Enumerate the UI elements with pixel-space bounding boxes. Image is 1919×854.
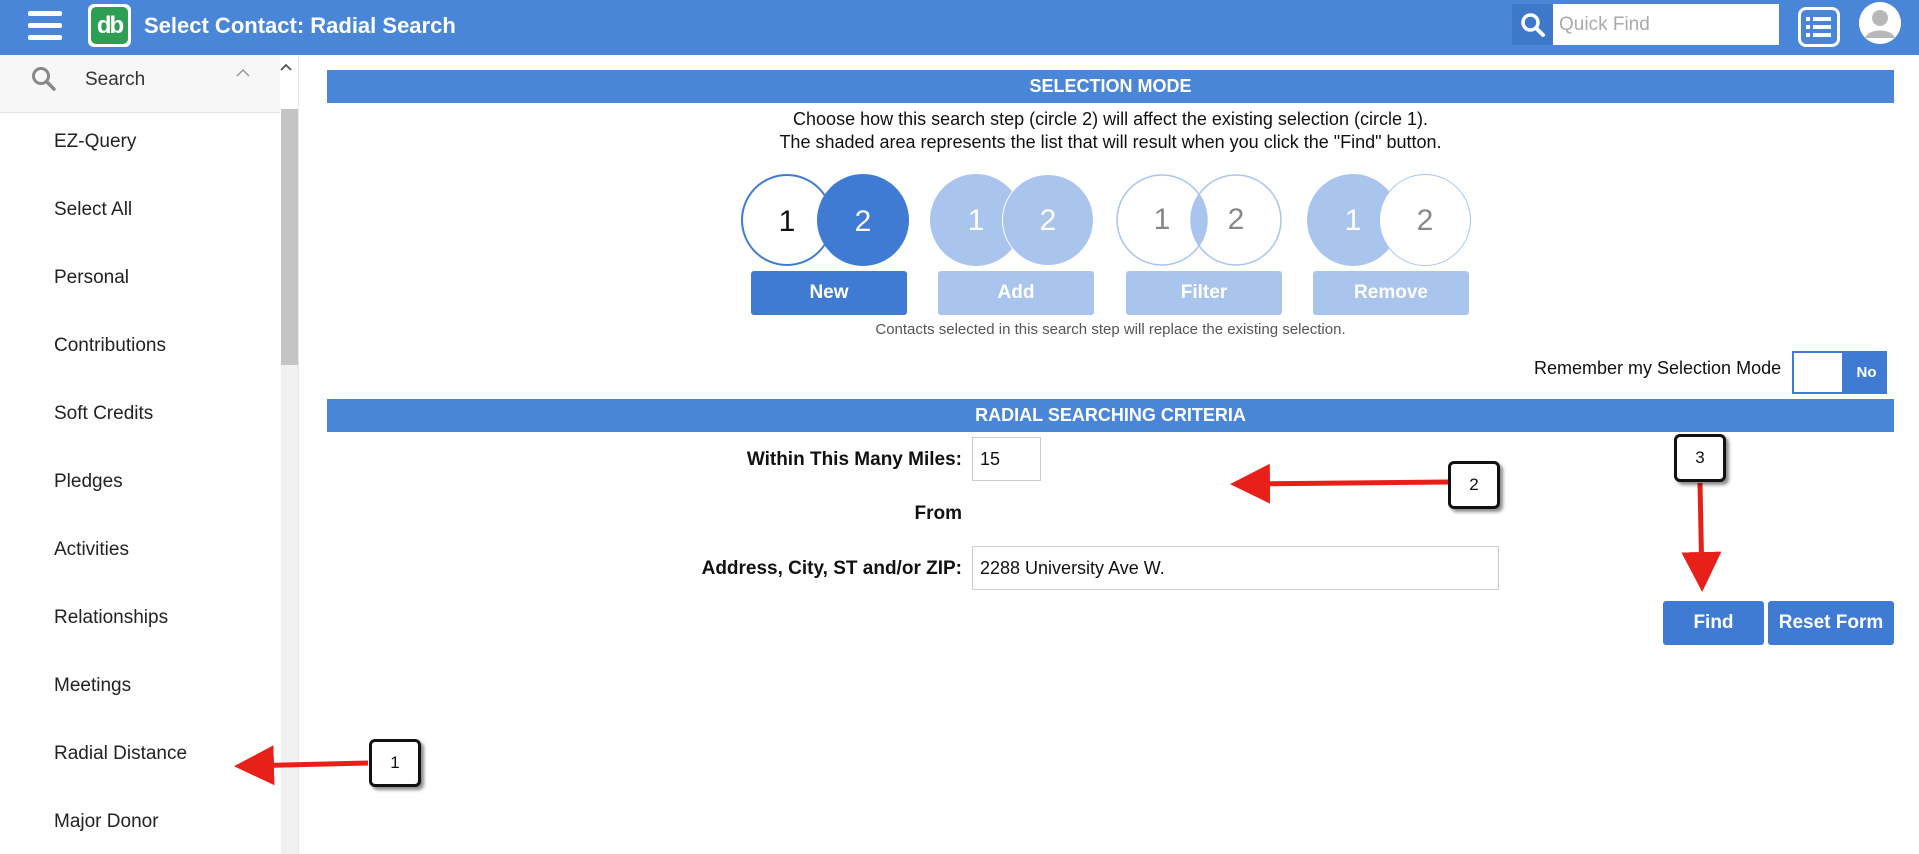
mode-add-button[interactable]: Add <box>938 271 1094 315</box>
address-input[interactable] <box>972 546 1499 590</box>
venn-circle-2: 2 <box>1002 174 1094 266</box>
annotation-callout-1: 1 <box>369 739 421 787</box>
sidebar: Search EZ-Query Select All Personal Cont… <box>0 55 298 854</box>
venn-circle-2: 2 <box>817 174 909 266</box>
remember-mode-label: Remember my Selection Mode <box>1534 358 1782 378</box>
annotation-callout-3: 3 <box>1674 434 1726 482</box>
logo-text: db <box>91 7 128 44</box>
selection-mode-header: SELECTION MODE <box>327 70 1894 103</box>
sidebar-item-relationships[interactable]: Relationships <box>0 604 280 672</box>
find-button[interactable]: Find <box>1663 601 1764 645</box>
scroll-up-arrow-icon[interactable] <box>280 59 292 75</box>
chevron-up-icon[interactable] <box>236 65 250 83</box>
radial-criteria-header: RADIAL SEARCHING CRITERIA <box>327 399 1894 432</box>
search-icon <box>31 65 57 98</box>
page-title: Select Contact: Radial Search <box>144 13 456 38</box>
sidebar-item-ez-query[interactable]: EZ-Query <box>0 128 280 196</box>
sidebar-item-major-donor[interactable]: Major Donor <box>0 808 280 854</box>
hamburger-menu-icon[interactable] <box>28 11 62 41</box>
app-logo[interactable]: db <box>88 4 131 47</box>
sidebar-item-activities[interactable]: Activities <box>0 536 280 604</box>
toggle-state-text: No <box>1856 364 1877 381</box>
sidebar-item-select-all[interactable]: Select All <box>0 196 280 264</box>
sidebar-item-meetings[interactable]: Meetings <box>0 672 280 740</box>
search-icon[interactable] <box>1512 4 1553 45</box>
sidebar-divider <box>298 55 299 854</box>
sidebar-item-radial-distance[interactable]: Radial Distance <box>0 740 280 808</box>
list-icon <box>1806 17 1831 37</box>
user-icon <box>1859 2 1901 44</box>
instruction-line-1: Choose how this search step (circle 2) w… <box>793 109 1428 129</box>
sidebar-item-contributions[interactable]: Contributions <box>0 332 280 400</box>
venn-circle-2: 2 <box>1379 174 1471 266</box>
mode-new-button[interactable]: New <box>751 271 907 315</box>
venn-circle-2: 2 <box>1227 203 1245 236</box>
annotation-arrow-3 <box>1681 482 1722 592</box>
mode-filter-button[interactable]: Filter <box>1126 271 1282 315</box>
sidebar-search-label: Search <box>85 69 146 90</box>
venn-remove[interactable]: 1 2 <box>1305 174 1471 266</box>
reset-form-button[interactable]: Reset Form <box>1768 601 1894 645</box>
venn-add[interactable]: 1 2 <box>928 174 1094 266</box>
user-avatar[interactable] <box>1859 2 1901 44</box>
annotation-arrow-2 <box>1230 463 1450 504</box>
toggle-knob <box>1794 353 1842 392</box>
miles-input[interactable] <box>972 437 1041 481</box>
quick-find-input[interactable] <box>1553 4 1779 45</box>
sidebar-item-soft-credits[interactable]: Soft Credits <box>0 400 280 468</box>
sidebar-search-header[interactable]: Search <box>0 55 280 113</box>
instruction-line-2: The shaded area represents the list that… <box>779 132 1442 152</box>
sidebar-menu: EZ-Query Select All Personal Contributio… <box>0 128 280 854</box>
mode-description: Contacts selected in this search step wi… <box>875 321 1346 338</box>
annotation-callout-2: 2 <box>1448 461 1500 509</box>
venn-filter[interactable]: 1 2 <box>1115 174 1282 266</box>
address-label: Address, City, ST and/or ZIP: <box>701 558 962 579</box>
sidebar-scrollbar-thumb[interactable] <box>281 109 298 365</box>
mode-remove-button[interactable]: Remove <box>1313 271 1469 315</box>
from-label: From <box>914 503 963 524</box>
sidebar-item-pledges[interactable]: Pledges <box>0 468 280 536</box>
miles-label: Within This Many Miles: <box>746 449 962 470</box>
sidebar-item-personal[interactable]: Personal <box>0 264 280 332</box>
remember-mode-toggle[interactable]: No <box>1792 351 1887 394</box>
venn-new[interactable]: 1 2 <box>741 174 909 266</box>
top-bar: db Select Contact: Radial Search <box>0 0 1919 55</box>
list-view-button[interactable] <box>1798 7 1840 47</box>
